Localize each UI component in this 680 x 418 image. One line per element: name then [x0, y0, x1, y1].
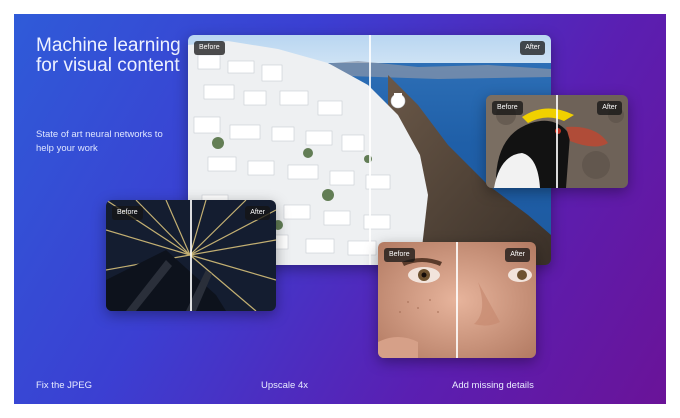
- feature-label-add-details: Add missing details: [452, 380, 534, 391]
- after-tag: After: [520, 41, 545, 55]
- before-tag: Before: [194, 41, 225, 55]
- headline: Machine learning for visual content: [36, 35, 181, 76]
- hero-banner: Machine learning for visual content Stat…: [14, 14, 666, 404]
- comparison-divider[interactable]: [556, 95, 558, 188]
- subtitle: State of art neural networks to help you…: [36, 129, 163, 154]
- structure-comparison-card[interactable]: Before After: [106, 200, 276, 311]
- after-tag: After: [245, 206, 270, 220]
- before-tag: Before: [492, 101, 523, 115]
- comparison-divider[interactable]: [190, 200, 192, 311]
- after-tag: After: [505, 248, 530, 262]
- before-tag: Before: [384, 248, 415, 262]
- before-tag: Before: [112, 206, 143, 220]
- face-comparison-card[interactable]: Before After: [378, 242, 536, 358]
- comparison-divider[interactable]: [456, 242, 458, 358]
- feature-label-upscale: Upscale 4x: [261, 380, 308, 391]
- after-tag: After: [597, 101, 622, 115]
- feature-label-fix-jpeg: Fix the JPEG: [36, 380, 92, 391]
- penguin-comparison-card[interactable]: Before After: [486, 95, 628, 188]
- comparison-divider[interactable]: [369, 35, 371, 265]
